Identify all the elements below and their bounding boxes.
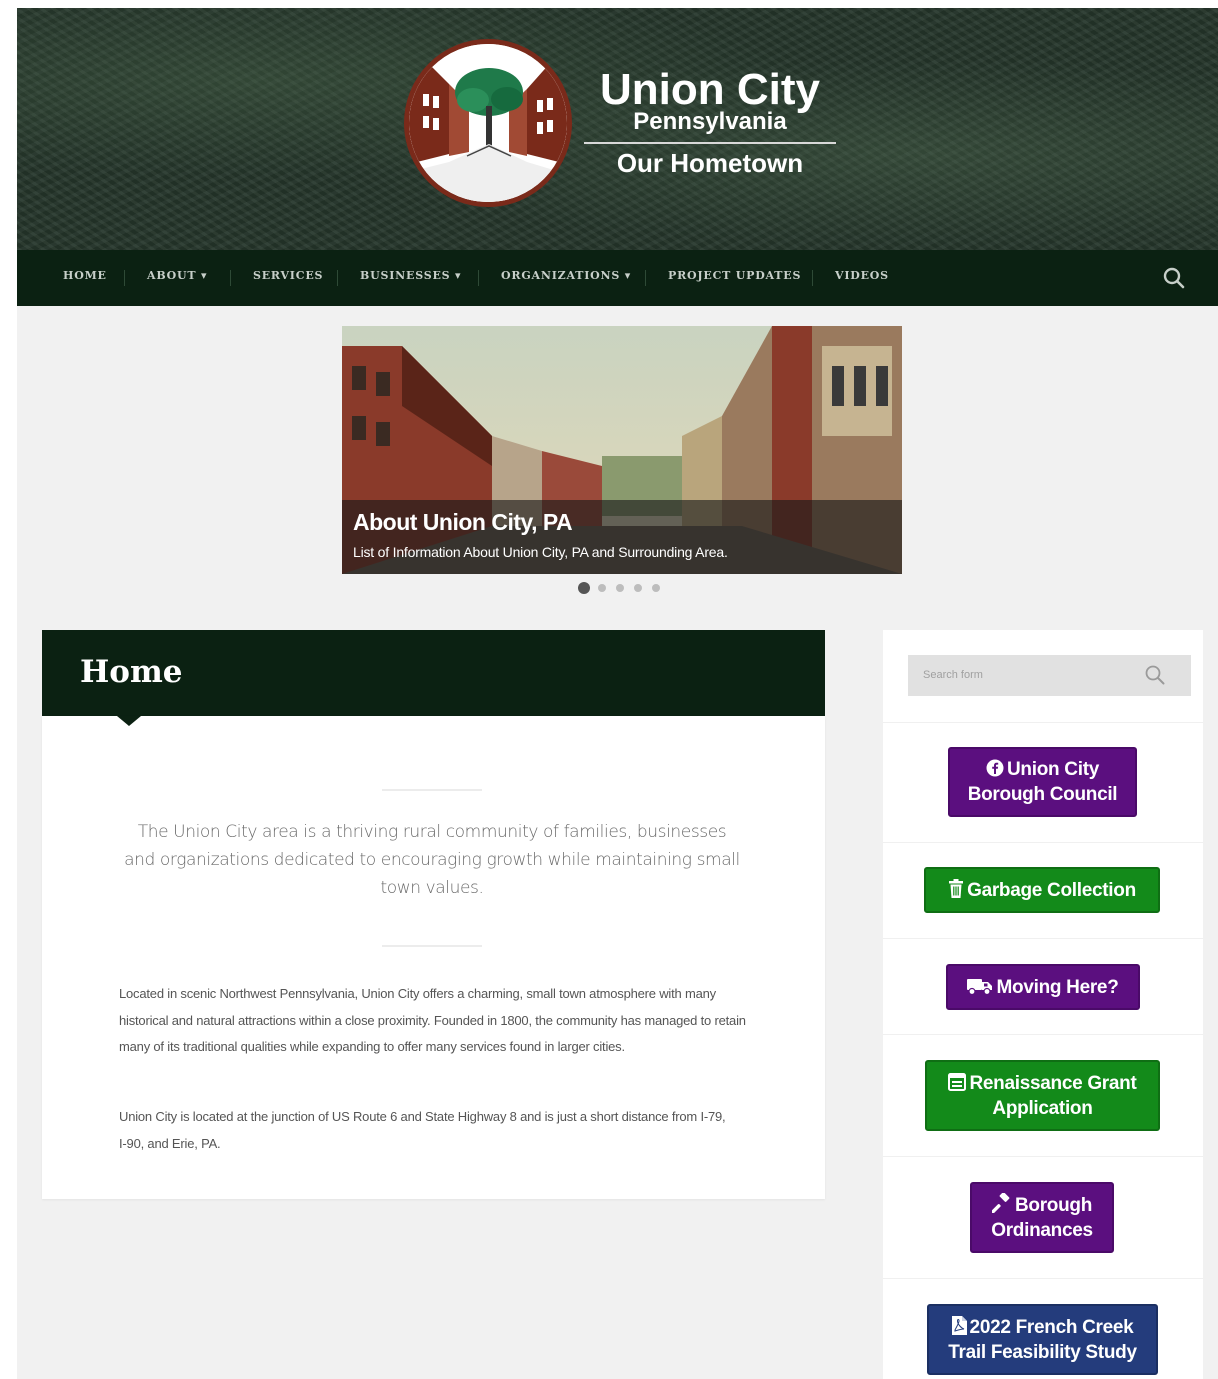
sidebar-divider [883,938,1203,939]
slide-caption: About Union City, PA List of Information… [342,500,902,574]
lead-text: The Union City area is a thriving rural … [124,822,740,898]
borough-council-line2: Borough Council [967,784,1118,805]
borough-ordinances-button[interactable]: Borough Ordinances [970,1182,1114,1253]
truck-icon [967,978,993,995]
nav-separator [337,270,338,286]
body-paragraph-1: Located in scenic Northwest Pennsylvania… [119,986,746,1054]
sidebar-divider [883,1156,1203,1157]
sidebar-divider [883,722,1203,723]
page: Union City Pennsylvania Our Hometown HOM… [17,8,1218,1379]
body-paragraph-2: Union City is located at the junction of… [119,1109,726,1151]
nav-separator [645,270,646,286]
nav-item-about[interactable]: ABOUT ▾ [147,250,207,306]
nav-separator [124,270,125,286]
sidebar: Search form Union City Borough Council G… [883,630,1203,1379]
site-title: Union City [600,65,820,114]
form-icon [948,1072,967,1091]
slide-description: List of Information About Union City, PA… [353,544,728,560]
gavel-icon [991,1192,1010,1213]
logo-divider [584,142,836,144]
nav-item-project-updates[interactable]: PROJECT UPDATES [668,250,801,306]
site-subtitle: Pennsylvania [633,108,787,135]
lead-divider-top [382,789,482,791]
nav-item-businesses[interactable]: BUSINESSES ▾ [360,250,461,306]
slider-dot-4[interactable] [634,584,642,592]
search-icon[interactable] [1144,664,1166,686]
borough-ordinances-line2: Ordinances [991,1219,1093,1241]
logo-emblem[interactable] [404,39,572,207]
page-title: Home [80,654,183,690]
nav-separator [812,270,813,286]
main-nav: HOME ABOUT ▾ SERVICES BUSINESSES ▾ ORGAN… [17,250,1218,306]
facebook-icon [986,759,1004,777]
title-bar-notch [117,716,141,726]
renaissance-grant-button[interactable]: Renaissance Grant Application [925,1060,1160,1131]
borough-council-button[interactable]: Union City Borough Council [948,747,1137,817]
french-creek-study-line1: 2022 French Creek [969,1316,1134,1338]
slider-dot-1[interactable] [578,582,590,594]
borough-council-line1: Union City [1007,759,1099,780]
search-icon[interactable] [1162,266,1186,290]
sidebar-divider [883,1278,1203,1279]
moving-here-button[interactable]: Moving Here? [946,964,1140,1010]
content-card: The Union City area is a thriving rural … [42,716,825,1199]
borough-ordinances-line1: Borough [1014,1194,1093,1216]
renaissance-grant-line1: Renaissance Grant [969,1072,1137,1094]
nav-item-organizations[interactable]: ORGANIZATIONS ▾ [501,250,631,306]
pdf-icon [951,1315,967,1335]
hero-slider[interactable]: About Union City, PA List of Information… [342,326,902,574]
logo-street-illustration [409,44,567,202]
garbage-collection-label: Garbage Collection [967,879,1136,901]
page-title-bar: Home [42,630,825,716]
slider-dot-3[interactable] [616,584,624,592]
renaissance-grant-line2: Application [992,1097,1093,1119]
nav-separator [478,270,479,286]
site-header: Union City Pennsylvania Our Hometown [17,8,1218,250]
search-placeholder: Search form [923,669,983,681]
french-creek-study-button[interactable]: 2022 French Creek Trail Feasibility Stud… [927,1304,1158,1375]
lead-divider-bottom [382,945,482,947]
nav-separator [230,270,231,286]
nav-item-home[interactable]: HOME [63,250,107,306]
nav-item-videos[interactable]: VIDEOS [835,250,889,306]
sidebar-divider [883,1034,1203,1035]
sidebar-search-input[interactable]: Search form [908,655,1191,696]
slider-dot-5[interactable] [652,584,660,592]
slider-dot-2[interactable] [598,584,606,592]
trash-icon [949,878,964,898]
sidebar-divider [883,842,1203,843]
moving-here-label: Moving Here? [996,976,1119,998]
garbage-collection-button[interactable]: Garbage Collection [924,867,1160,913]
slide-title[interactable]: About Union City, PA [353,509,573,536]
french-creek-study-line2: Trail Feasibility Study [948,1341,1137,1363]
site-tagline: Our Hometown [616,148,804,178]
nav-item-services[interactable]: SERVICES [253,250,323,306]
